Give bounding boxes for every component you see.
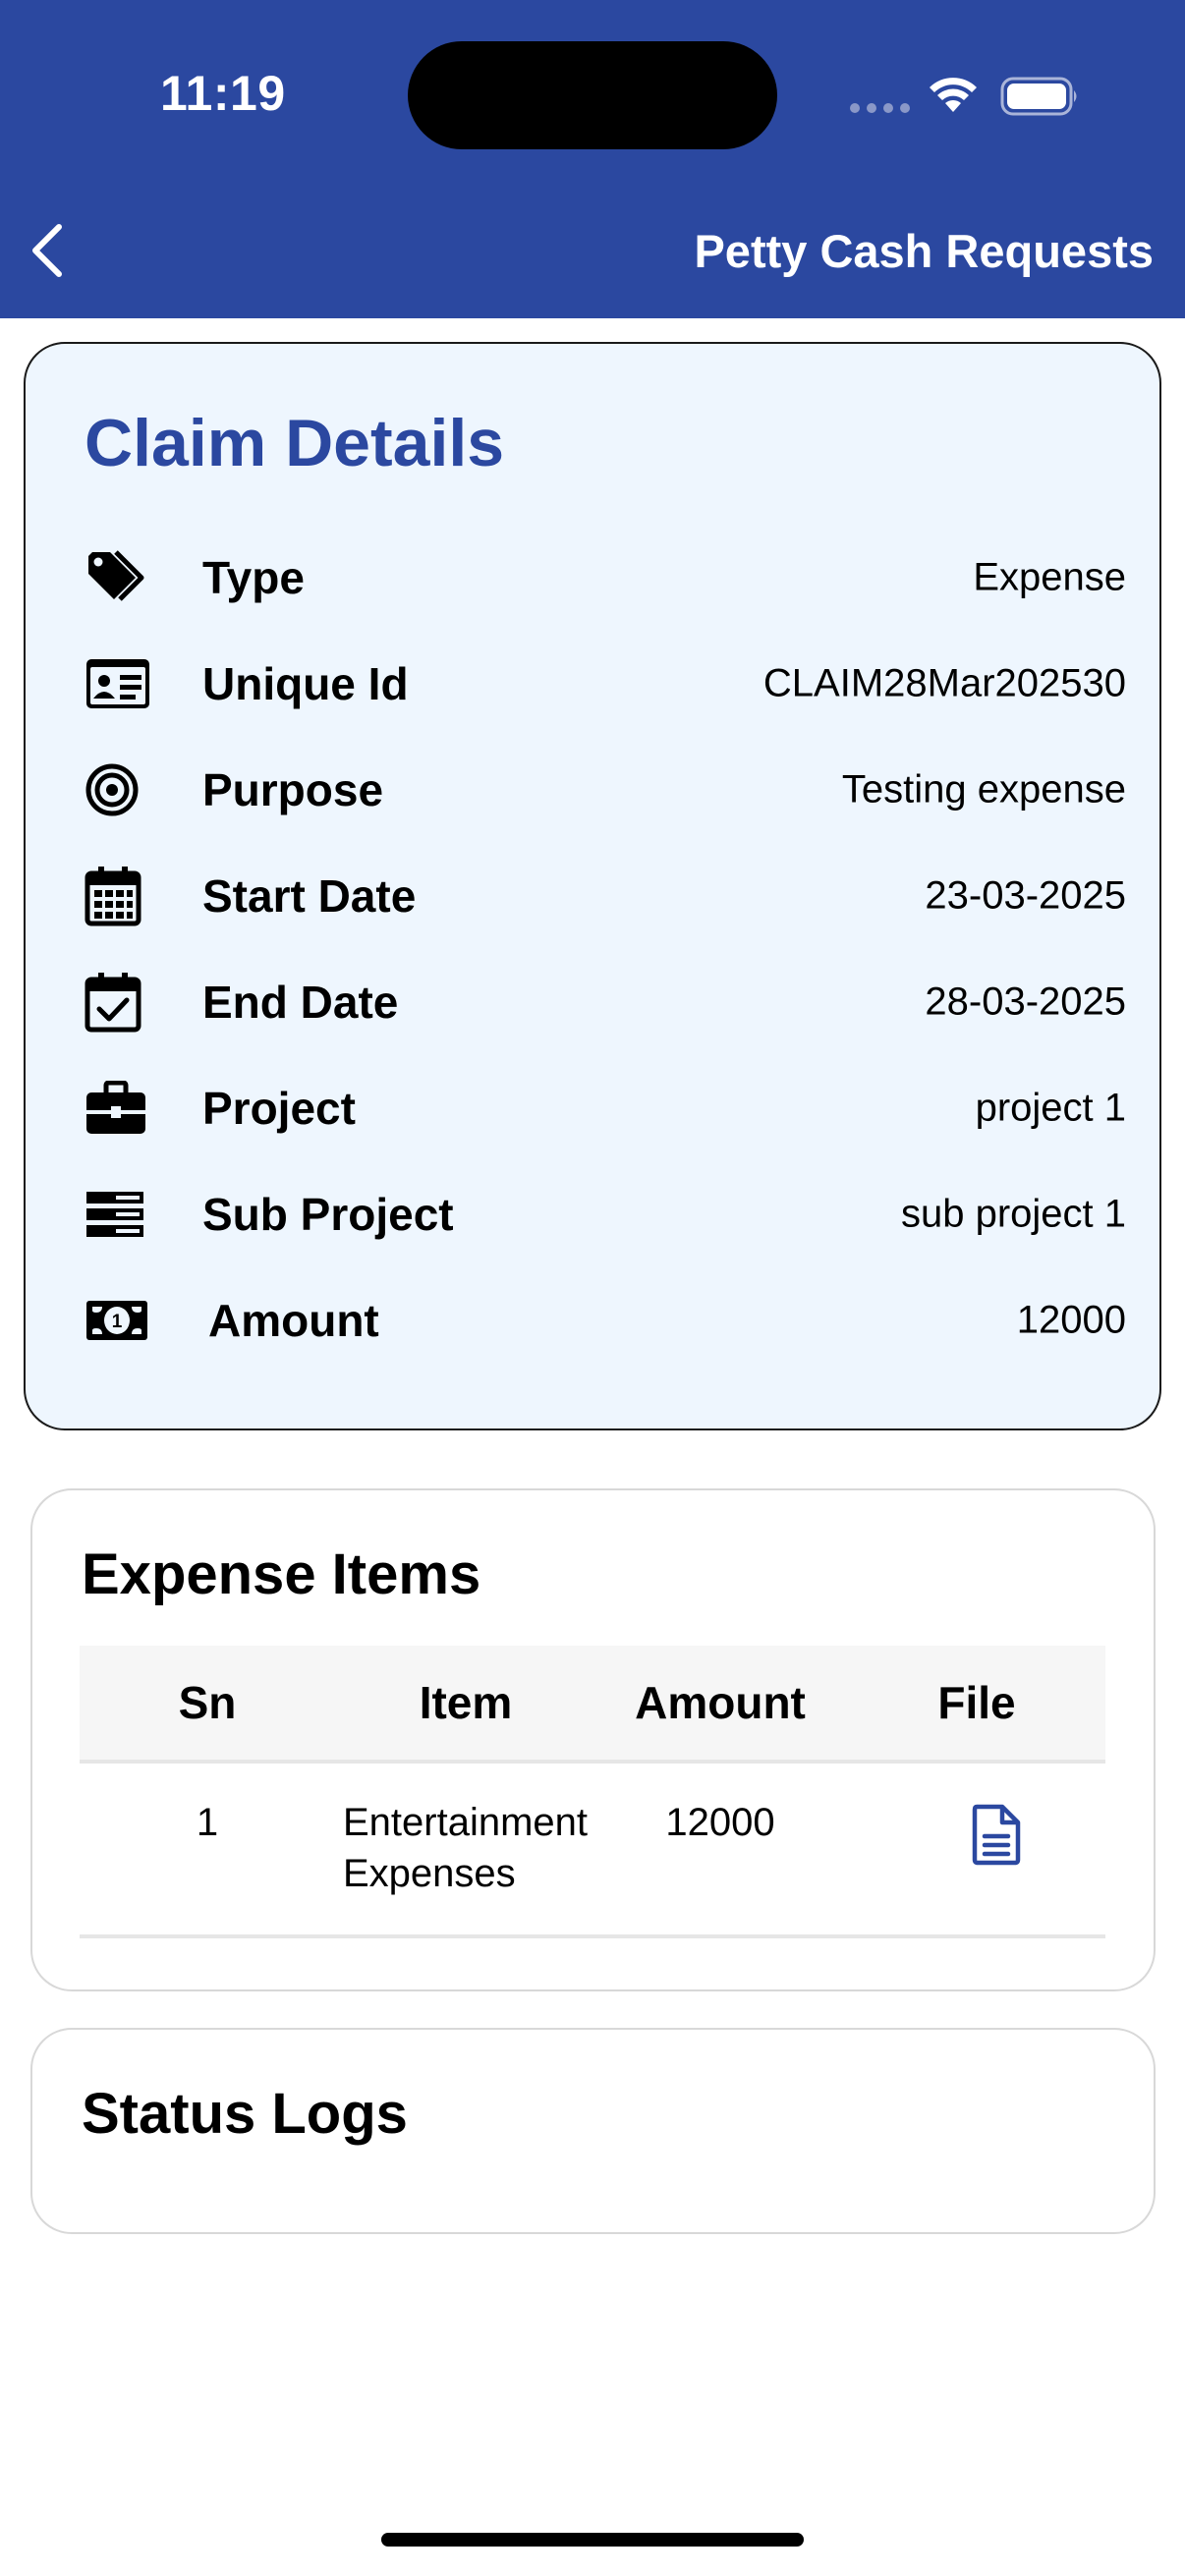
status-logs-title: Status Logs — [82, 2082, 408, 2146]
dynamic-island — [408, 41, 777, 149]
table-row: 1 Entertainment Expenses 12000 — [80, 1767, 1105, 1938]
table-header: Sn Item Amount File — [80, 1646, 1105, 1764]
detail-row-purpose: Purpose Testing expense — [85, 751, 1126, 829]
detail-row-unique-id: Unique Id CLAIM28Mar202530 — [85, 644, 1126, 723]
calendar-grid-icon — [85, 863, 151, 929]
detail-label: End Date — [202, 977, 399, 1028]
detail-row-project: Project project 1 — [85, 1069, 1126, 1148]
cell-sn: 1 — [196, 1801, 219, 1844]
cell-amount: 12000 — [665, 1801, 775, 1844]
column-header-amount: Amount — [635, 1677, 806, 1728]
detail-label: Start Date — [202, 870, 417, 922]
tags-icon — [85, 544, 151, 611]
column-header-item: Item — [419, 1677, 513, 1728]
detail-label: Type — [202, 552, 305, 603]
money-bill-icon: 1 — [85, 1287, 151, 1354]
detail-value: Expense — [973, 555, 1126, 599]
calendar-check-icon — [85, 969, 151, 1036]
page-title: Petty Cash Requests — [694, 225, 1154, 277]
column-header-file: File — [937, 1677, 1016, 1728]
cellular-signal-icon — [850, 103, 910, 113]
detail-label: Purpose — [202, 764, 384, 815]
column-header-sn: Sn — [178, 1677, 237, 1728]
detail-label: Amount — [208, 1295, 379, 1346]
battery-icon — [1000, 77, 1077, 116]
target-icon — [85, 756, 151, 823]
detail-row-amount: 1 Amount 12000 — [85, 1281, 1126, 1360]
claim-details-card: Claim Details Type Expense Unique Id CLA… — [24, 342, 1161, 1430]
id-card-icon — [85, 650, 151, 717]
detail-row-type: Type Expense — [85, 538, 1126, 617]
detail-value: 28-03-2025 — [925, 980, 1126, 1024]
status-logs-card: Status Logs — [30, 2028, 1156, 2234]
detail-label: Unique Id — [202, 658, 409, 709]
detail-row-sub-project: Sub Project sub project 1 — [85, 1175, 1126, 1254]
server-icon — [85, 1181, 151, 1248]
detail-value: sub project 1 — [900, 1192, 1126, 1236]
expense-items-title: Expense Items — [82, 1542, 481, 1606]
back-button[interactable] — [18, 216, 77, 285]
detail-label: Sub Project — [202, 1189, 454, 1240]
app-header: 11:19 Petty Cash Requests — [0, 0, 1185, 318]
detail-value: Testing expense — [841, 767, 1126, 812]
status-time: 11:19 — [160, 66, 286, 121]
claim-details-title: Claim Details — [85, 406, 505, 480]
home-indicator — [381, 2533, 804, 2547]
detail-value: 23-03-2025 — [925, 873, 1126, 918]
detail-value: CLAIM28Mar202530 — [762, 661, 1126, 705]
detail-value: project 1 — [975, 1086, 1126, 1130]
detail-row-end-date: End Date 28-03-2025 — [85, 963, 1126, 1041]
detail-value: 12000 — [1016, 1298, 1126, 1342]
file-text-icon[interactable] — [971, 1803, 1022, 1866]
chevron-left-icon — [32, 224, 62, 277]
detail-row-start-date: Start Date 23-03-2025 — [85, 857, 1126, 935]
cell-item: Entertainment Expenses — [343, 1801, 589, 1895]
detail-label: Project — [202, 1083, 356, 1134]
expense-items-card: Expense Items Sn Item Amount File 1 Ente… — [30, 1488, 1156, 1991]
wifi-icon — [930, 78, 977, 112]
briefcase-icon — [85, 1075, 151, 1142]
svg-text:1: 1 — [112, 1312, 123, 1332]
